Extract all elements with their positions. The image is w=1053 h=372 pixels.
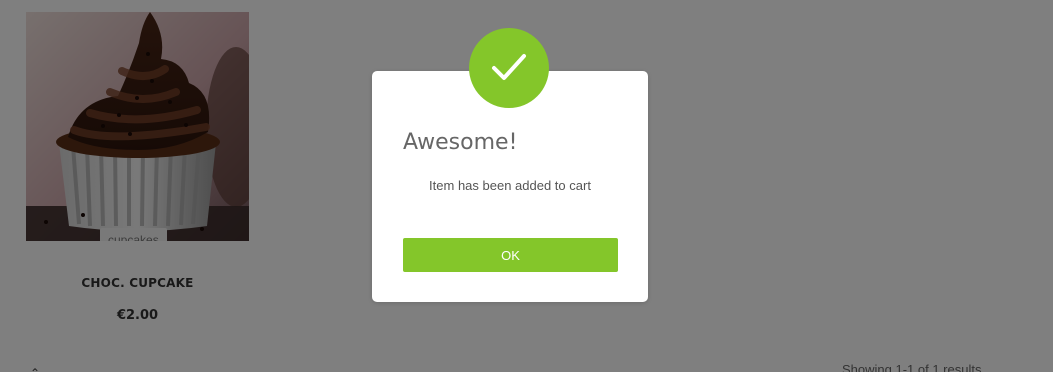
success-badge	[469, 28, 549, 108]
shop-page: cupcakes CHOC. CUPCAKE €2.00 ⌃ Showing 1…	[0, 0, 1053, 372]
ok-button[interactable]: OK	[403, 238, 618, 272]
checkmark-icon	[492, 54, 526, 80]
modal-title: Awesome!	[403, 130, 518, 155]
modal-message: Item has been added to cart	[429, 178, 591, 193]
